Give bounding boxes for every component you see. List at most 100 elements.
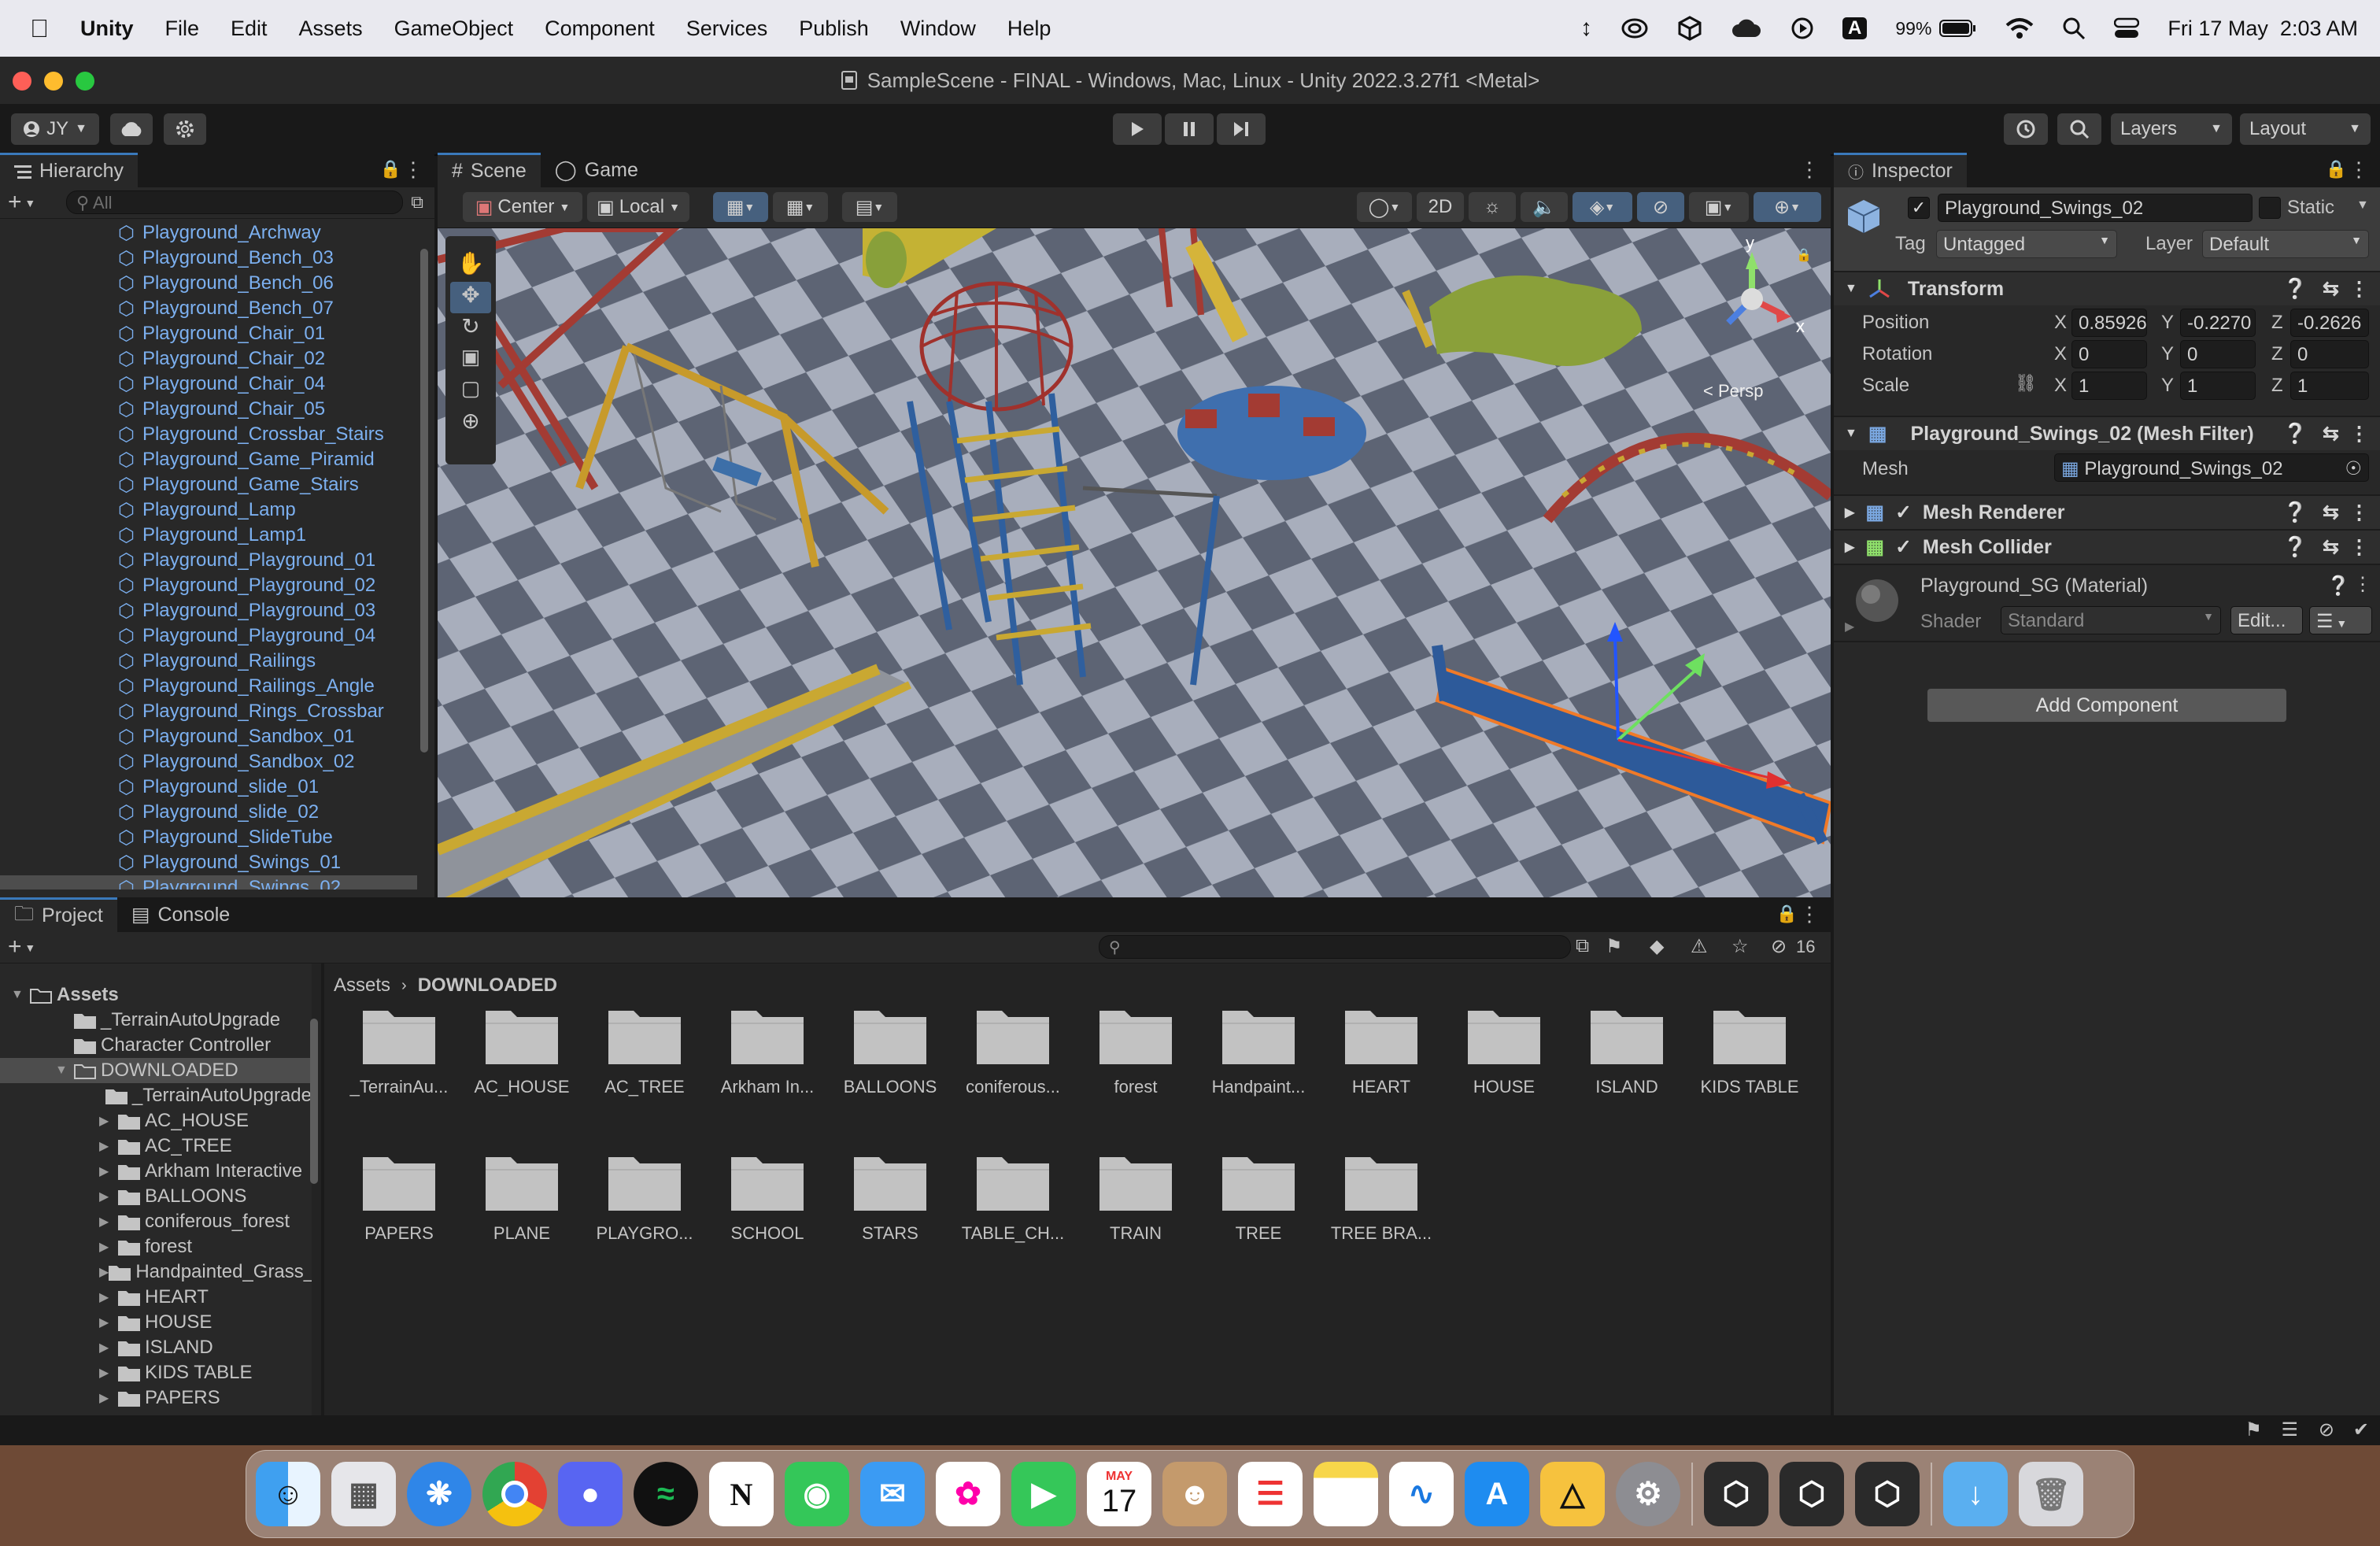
foldout-arrow-icon[interactable]: ▼	[1845, 427, 1857, 441]
kebab-menu-icon[interactable]: ⋮	[1799, 157, 1820, 182]
chrome-icon[interactable]	[482, 1462, 547, 1526]
cloud-button[interactable]	[110, 113, 153, 145]
progress-icon[interactable]: ☰	[2281, 1418, 2298, 1441]
undo-history-button[interactable]	[2004, 113, 2048, 145]
pivot-center-dropdown[interactable]: ▣ Center ▼	[463, 192, 582, 222]
scale-x-field[interactable]: 1	[2071, 372, 2147, 400]
chevron-right-icon[interactable]: ▶	[99, 1289, 118, 1305]
chevron-right-icon[interactable]: ▶	[99, 1264, 109, 1280]
downloads-folder-icon[interactable]: ↓	[1943, 1462, 2008, 1526]
folder-tree-item[interactable]: ▶ HEART	[0, 1285, 312, 1310]
folder-item[interactable]: BALLOONS	[831, 1003, 949, 1097]
folder-item[interactable]: HOUSE	[1445, 1003, 1563, 1097]
folder-item[interactable]: TRAIN	[1077, 1149, 1195, 1244]
mesh-filter-header[interactable]: ▼ ▦ Playground_Swings_02 (Mesh Filter) ❔…	[1834, 416, 2380, 450]
folder-tree-item[interactable]: ▼ Assets	[0, 982, 312, 1008]
hierarchy-item[interactable]: ⬡ Playground_Playground_02	[0, 573, 417, 598]
hierarchy-item[interactable]: ⬡ Playground_Bench_03	[0, 246, 417, 271]
folder-tree-item[interactable]: _TerrainAutoUpgrade	[0, 1008, 312, 1033]
safari-icon[interactable]: ❋	[407, 1462, 471, 1526]
tag-dropdown[interactable]: Untagged ▼	[1936, 230, 2117, 258]
folder-item[interactable]: PAPERS	[340, 1149, 458, 1244]
control-center-icon[interactable]	[2114, 17, 2140, 39]
pause-button[interactable]	[1165, 113, 1214, 145]
folder-tree-item[interactable]: ▶ forest	[0, 1234, 312, 1259]
camera-settings-dropdown[interactable]: ▣ ▼	[1689, 192, 1749, 222]
scroll-arrows-icon[interactable]: ↕	[1580, 15, 1592, 42]
unity-icon-3[interactable]: ⬡	[1855, 1462, 1920, 1526]
shader-options-dropdown[interactable]: ☰ ▼	[2309, 606, 2372, 634]
layers-dropdown[interactable]: Layers ▼	[2111, 113, 2232, 145]
instruments-icon[interactable]: △	[1540, 1462, 1605, 1526]
folder-item[interactable]: TREE BRA...	[1322, 1149, 1440, 1244]
transform-tool-icon[interactable]: ⊕	[445, 408, 496, 439]
hierarchy-item[interactable]: ⬡ Playground_Chair_01	[0, 321, 417, 346]
folder-item[interactable]: AC_HOUSE	[463, 1003, 581, 1097]
toggle-2d-button[interactable]: 2D	[1417, 192, 1464, 222]
chevron-right-icon[interactable]: ▶	[99, 1138, 118, 1154]
folder-tree-item[interactable]: ▶ HOUSE	[0, 1310, 312, 1335]
notes-icon[interactable]	[1314, 1462, 1378, 1526]
spotlight-search-icon[interactable]	[2062, 17, 2086, 40]
chevron-right-icon[interactable]: ▶	[99, 1189, 118, 1204]
scale-tool-icon[interactable]: ▣	[445, 345, 496, 376]
hierarchy-item[interactable]: ⬡ Playground_Swings_01	[0, 850, 417, 875]
help-icon[interactable]: ❔	[2326, 575, 2350, 597]
kebab-menu-icon[interactable]: ⋮	[2349, 157, 2369, 182]
mesh-object-field[interactable]: ▦ Playground_Swings_02 ☉	[2054, 453, 2369, 482]
battery-icon[interactable]	[1939, 19, 1977, 38]
hierarchy-item[interactable]: ⬡ Playground_slide_01	[0, 775, 417, 800]
photos-icon[interactable]: ✿	[936, 1462, 1000, 1526]
hierarchy-item[interactable]: ⬡ Playground_Game_Piramid	[0, 447, 417, 472]
tab-hierarchy[interactable]: Hierarchy	[0, 153, 138, 187]
persp-label[interactable]: < Persp	[1703, 381, 1763, 401]
play-circle-icon[interactable]	[1791, 17, 1814, 40]
hierarchy-item[interactable]: ⬡ Playground_Bench_07	[0, 296, 417, 321]
creative-cloud-icon[interactable]	[1621, 17, 1649, 40]
discord-icon[interactable]: ●	[558, 1462, 623, 1526]
tab-game[interactable]: ◯ Game	[541, 153, 652, 187]
hierarchy-item[interactable]: ⬡ Playground_Bench_06	[0, 271, 417, 296]
folder-tree-item[interactable]: Character Controller	[0, 1033, 312, 1058]
chevron-right-icon[interactable]: ▶	[99, 1239, 118, 1255]
lighting-toggle[interactable]: ☼	[1469, 192, 1516, 222]
shader-edit-button[interactable]: Edit...	[2230, 606, 2303, 634]
folder-item[interactable]: STARS	[831, 1149, 949, 1244]
folder-tree-item[interactable]: ▶ Arkham Interactive	[0, 1159, 312, 1184]
draw-mode-dropdown[interactable]: ◯ ▼	[1357, 192, 1412, 222]
hierarchy-item[interactable]: ⬡ Playground_Lamp	[0, 497, 417, 523]
collab-settings-button[interactable]	[164, 113, 206, 145]
folder-item[interactable]: Arkham In...	[708, 1003, 826, 1097]
tab-inspector[interactable]: ⓘ Inspector	[1834, 153, 1967, 187]
hierarchy-item[interactable]: ⬡ Playground_slide_02	[0, 800, 417, 825]
folder-item[interactable]: PLANE	[463, 1149, 581, 1244]
enabled-checkbox[interactable]: ✓	[1895, 501, 1912, 524]
folder-item[interactable]: TABLE_CH...	[954, 1149, 1072, 1244]
kebab-menu-icon[interactable]: ⋮	[2349, 535, 2369, 559]
add-component-button[interactable]: Add Component	[1927, 688, 2287, 723]
tag-filter-icon[interactable]: ◆	[1650, 935, 1664, 958]
wifi-icon[interactable]	[2005, 17, 2034, 39]
mail-icon[interactable]: ✉	[860, 1462, 925, 1526]
kebab-menu-icon[interactable]: ⋮	[2349, 501, 2369, 524]
presets-icon[interactable]: ⇆	[2323, 277, 2339, 301]
kebab-menu-icon[interactable]: ⋮	[2353, 573, 2372, 596]
tree-scrollbar[interactable]	[309, 968, 320, 1409]
layer-dropdown[interactable]: Default ▼	[2202, 230, 2369, 258]
launchpad-icon[interactable]: ▦	[331, 1462, 396, 1526]
enabled-checkbox[interactable]: ✓	[1895, 535, 1912, 559]
mesh-collider-header[interactable]: ▶ ▦ ✓ Mesh Collider ❔ ⇆ ⋮	[1834, 529, 2380, 564]
scrollbar-thumb[interactable]	[420, 249, 428, 753]
static-checkbox[interactable]	[2259, 197, 2281, 219]
hierarchy-item[interactable]: ⬡ Playground_Sandbox_01	[0, 724, 417, 749]
clock-datetime[interactable]: Fri 17 May 2:03 AM	[2168, 17, 2358, 41]
menu-window[interactable]: Window	[885, 17, 992, 41]
position-z-field[interactable]: -0.2626	[2290, 309, 2369, 337]
folder-tree-item[interactable]: ▶ KIDS TABLE	[0, 1360, 312, 1385]
folder-item[interactable]: _TerrainAu...	[340, 1003, 458, 1097]
position-y-field[interactable]: -0.2270	[2180, 309, 2256, 337]
folder-tree-item[interactable]: ▶ Handpainted_Grass_and	[0, 1259, 312, 1285]
scale-y-field[interactable]: 1	[2180, 372, 2256, 400]
hierarchy-item[interactable]: ⬡ Playground_Chair_04	[0, 372, 417, 397]
contacts-icon[interactable]: ☻	[1162, 1462, 1227, 1526]
